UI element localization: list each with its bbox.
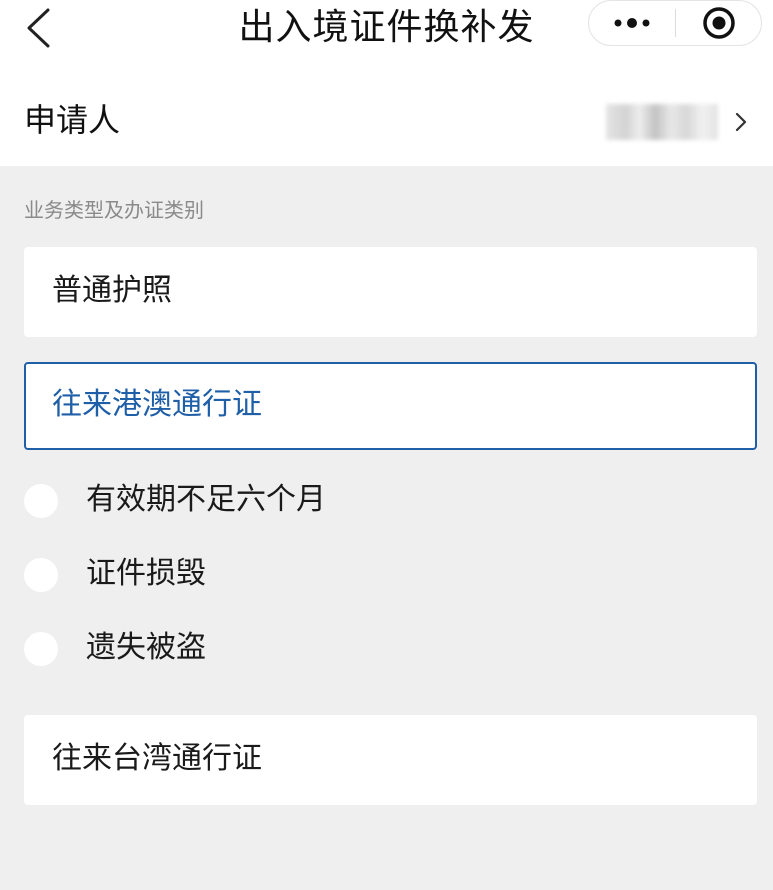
chevron-right-icon — [735, 112, 747, 132]
option-damaged[interactable]: 证件损毁 — [24, 556, 424, 596]
section-label: 业务类型及办证类别 — [24, 198, 204, 222]
option-lost-stolen[interactable]: 遗失被盗 — [24, 630, 424, 670]
radio-button[interactable] — [24, 484, 58, 518]
top-nav-bar: 出入境证件换补发 — [0, 0, 773, 74]
option-label: 有效期不足六个月 — [86, 482, 326, 517]
more-dots-icon — [614, 18, 650, 28]
option-label: 遗失被盗 — [86, 630, 206, 665]
hk-macau-permit-label: 往来港澳通行证 — [52, 387, 262, 422]
taiwan-permit-card[interactable]: 往来台湾通行证 — [24, 715, 757, 805]
option-label: 证件损毁 — [86, 556, 206, 591]
target-circle-icon — [703, 7, 735, 39]
option-expiring[interactable]: 有效期不足六个月 — [24, 482, 424, 522]
radio-button[interactable] — [24, 632, 58, 666]
taiwan-permit-label: 往来台湾通行证 — [52, 741, 262, 776]
hk-macau-permit-card[interactable]: 往来港澳通行证 — [24, 362, 757, 450]
close-mini-program-button[interactable] — [676, 1, 762, 45]
applicant-row[interactable]: 申请人 — [0, 74, 773, 166]
applicant-value-blurred — [606, 104, 718, 140]
passport-card[interactable]: 普通护照 — [24, 247, 757, 337]
more-button[interactable] — [589, 1, 675, 45]
menu-capsule — [588, 0, 762, 46]
applicant-label: 申请人 — [24, 101, 121, 139]
radio-button[interactable] — [24, 558, 58, 592]
passport-label: 普通护照 — [52, 273, 172, 308]
